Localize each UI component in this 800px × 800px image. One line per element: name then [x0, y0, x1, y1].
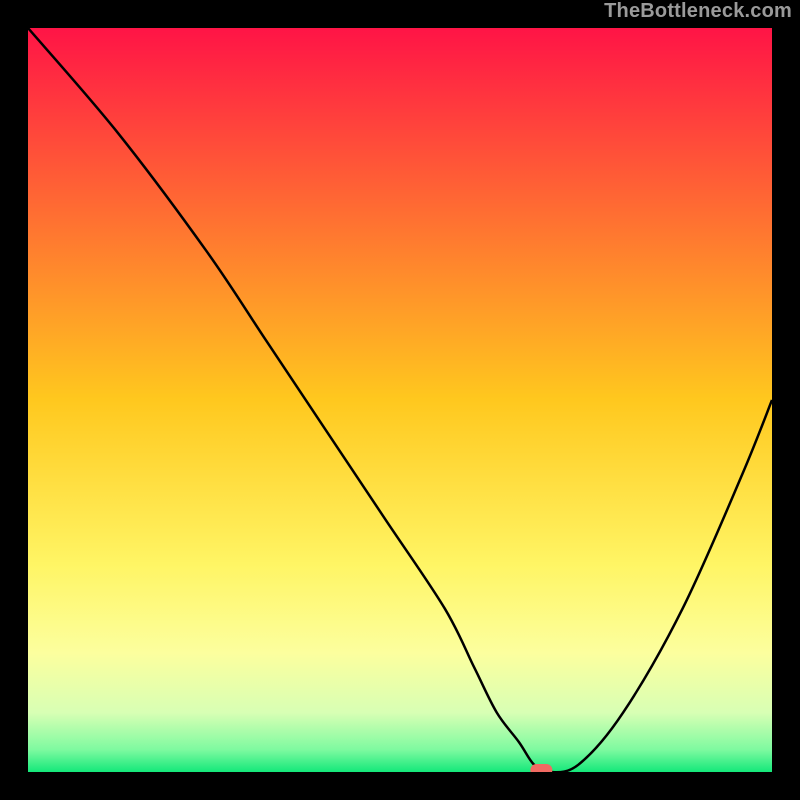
- bottleneck-curve-chart: [28, 28, 772, 772]
- watermark-text: TheBottleneck.com: [604, 0, 792, 23]
- gradient-background: [28, 28, 772, 772]
- optimal-marker: [530, 764, 552, 772]
- plot-area: [28, 28, 772, 772]
- chart-container: TheBottleneck.com: [0, 0, 800, 800]
